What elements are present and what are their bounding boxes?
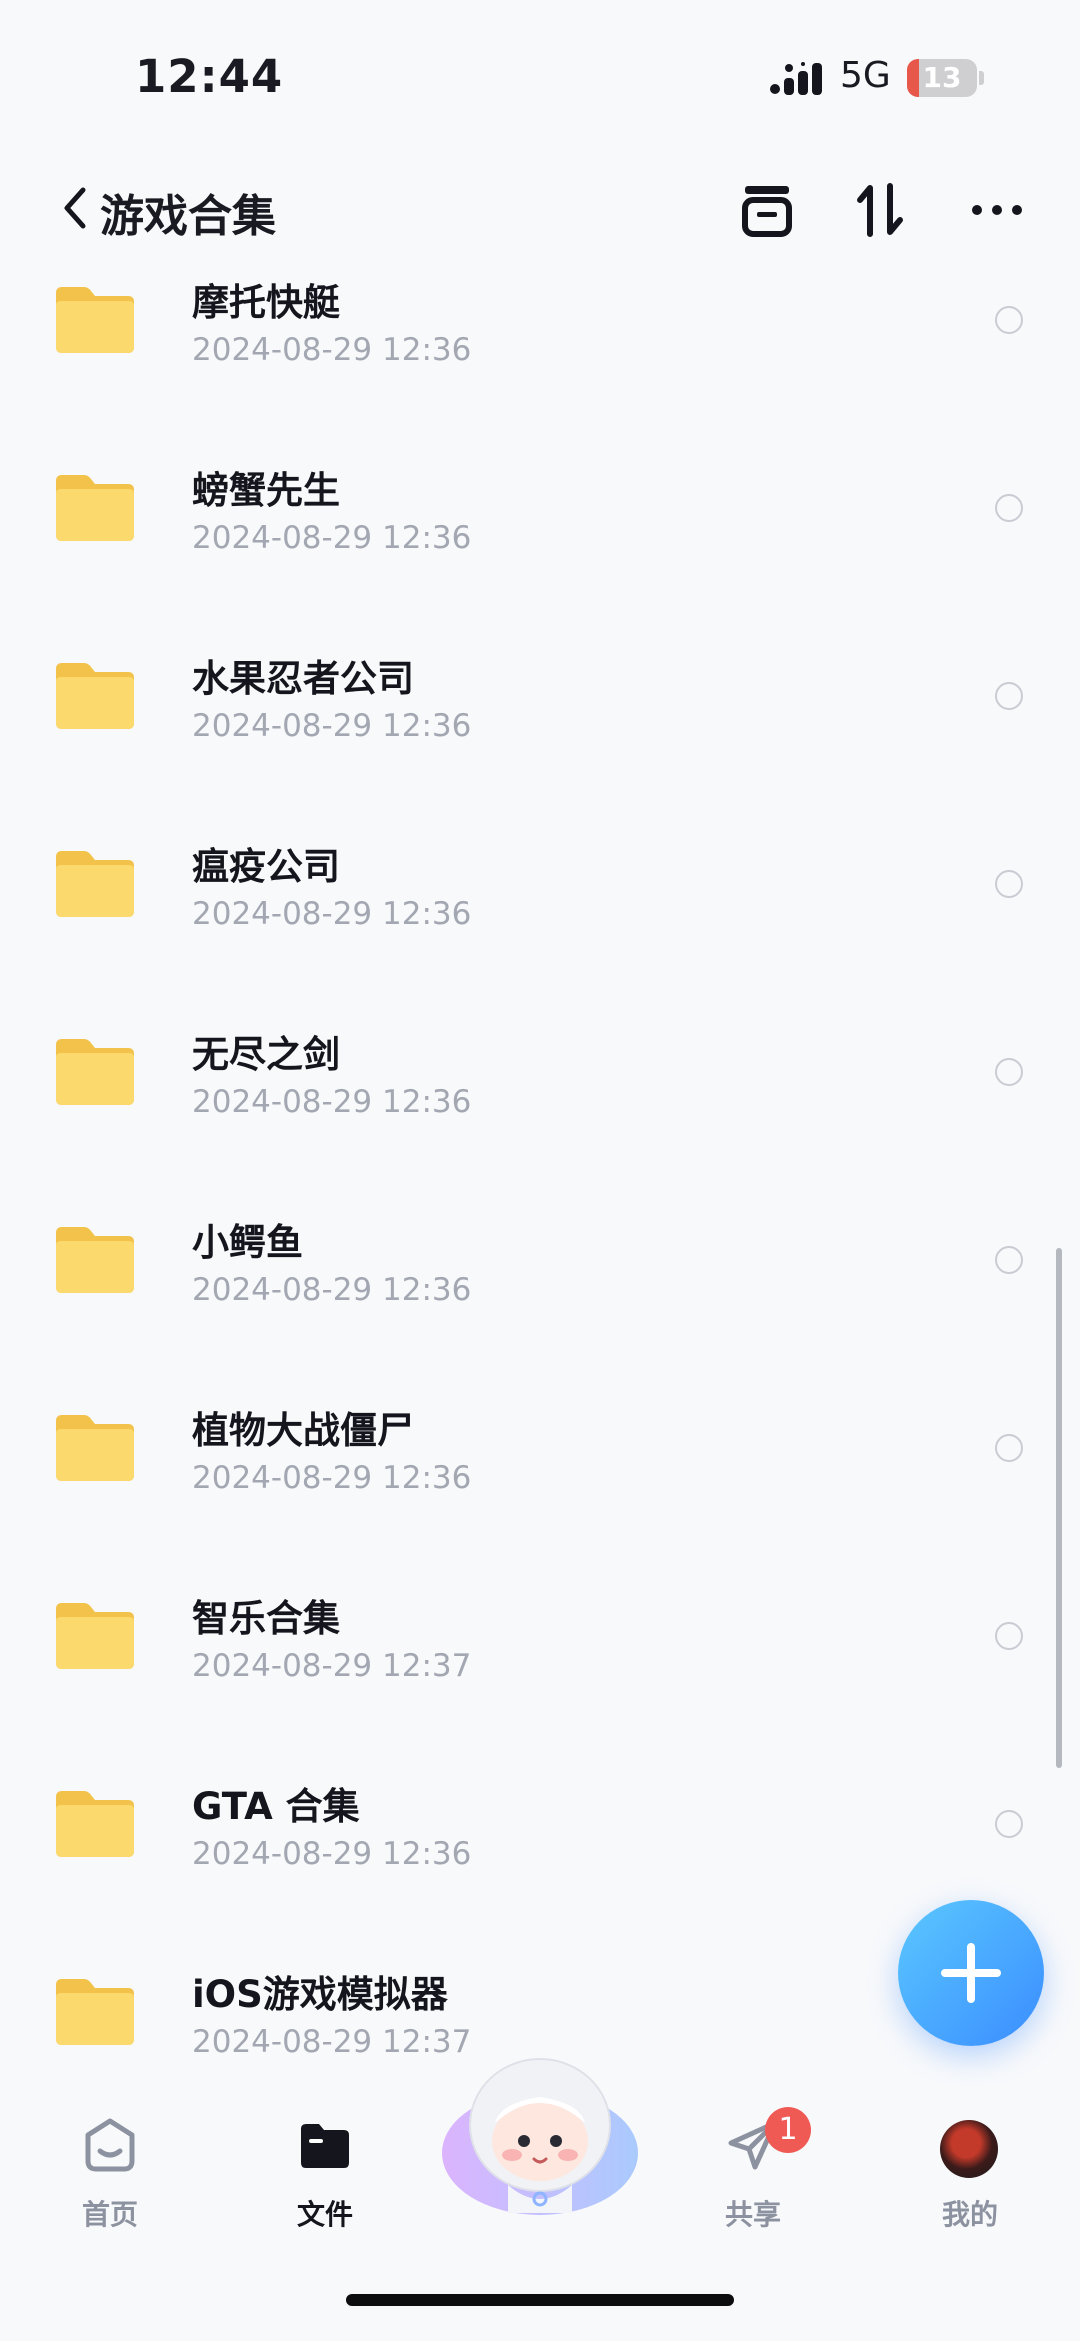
avatar [940, 2120, 998, 2178]
file-date: 2024-08-29 12:37 [192, 2024, 472, 2060]
folder-icon [56, 1415, 134, 1481]
folder-icon [56, 1603, 134, 1669]
tab-home[interactable]: 首页 [30, 2085, 190, 2235]
mascot-assistant-icon[interactable] [440, 2053, 640, 2223]
tab-label: 首页 [81, 2198, 138, 2231]
scrollbar[interactable] [1056, 1248, 1062, 1768]
file-list: 摩托快艇 2024-08-29 12:36 螃蟹先生 2024-08-29 12… [0, 262, 1080, 2062]
file-date: 2024-08-29 12:36 [192, 332, 472, 368]
signal-icon [770, 62, 822, 95]
select-checkbox[interactable] [995, 682, 1023, 710]
select-checkbox[interactable] [995, 1810, 1023, 1838]
tab-bar: 首页 文件 1 共享 我的 [0, 2058, 1080, 2341]
battery-percent: 13 [922, 61, 962, 94]
select-checkbox[interactable] [995, 1622, 1023, 1650]
file-name: 摩托快艇 [192, 281, 340, 324]
tab-label: 共享 [724, 2198, 781, 2231]
file-date: 2024-08-29 12:36 [192, 1836, 472, 1872]
file-date: 2024-08-29 12:36 [192, 520, 472, 556]
file-date: 2024-08-29 12:36 [192, 1460, 472, 1496]
more-icon[interactable] [965, 178, 1029, 242]
file-name: 植物大战僵尸 [192, 1409, 414, 1452]
folder-icon [56, 851, 134, 917]
list-item[interactable]: 小鳄鱼 2024-08-29 12:36 [0, 1202, 1080, 1390]
tab-mine[interactable]: 我的 [890, 2085, 1050, 2235]
network-label: 5G [840, 55, 891, 96]
folder-icon [56, 475, 134, 541]
select-checkbox[interactable] [995, 1434, 1023, 1462]
battery-tip [979, 71, 984, 85]
battery-icon: 13 [907, 59, 977, 97]
tab-label: 我的 [941, 2198, 998, 2231]
file-name: 小鳄鱼 [192, 1221, 303, 1264]
nav-bar: 游戏合集 [0, 160, 1080, 260]
page-title: 游戏合集 [100, 191, 276, 242]
tab-share[interactable]: 1 共享 [673, 2085, 833, 2235]
file-date: 2024-08-29 12:37 [192, 1648, 472, 1684]
folder-icon [56, 1791, 134, 1857]
add-button[interactable] [898, 1900, 1044, 2046]
list-item[interactable]: 植物大战僵尸 2024-08-29 12:36 [0, 1390, 1080, 1578]
home-icon [85, 2118, 135, 2172]
file-name: 水果忍者公司 [192, 657, 414, 700]
file-date: 2024-08-29 12:36 [192, 896, 472, 932]
folder-icon [56, 1039, 134, 1105]
list-item[interactable]: 瘟疫公司 2024-08-29 12:36 [0, 826, 1080, 1014]
file-name: 智乐合集 [192, 1597, 340, 1640]
file-name: 无尽之剑 [192, 1033, 340, 1076]
status-time: 12:44 [135, 50, 284, 103]
tab-files[interactable]: 文件 [245, 2085, 405, 2235]
folder-icon [56, 663, 134, 729]
sort-icon[interactable] [848, 178, 912, 242]
file-date: 2024-08-29 12:36 [192, 1272, 472, 1308]
list-item[interactable]: 智乐合集 2024-08-29 12:37 [0, 1578, 1080, 1766]
select-checkbox[interactable] [995, 306, 1023, 334]
file-name: 瘟疫公司 [192, 845, 340, 888]
status-bar: 12:44 5G 13 [0, 0, 1080, 150]
plus-icon [941, 1943, 1001, 2003]
select-checkbox[interactable] [995, 1246, 1023, 1274]
folder-icon [56, 1227, 134, 1293]
file-name: iOS游戏模拟器 [192, 1973, 448, 2016]
select-checkbox[interactable] [995, 494, 1023, 522]
select-checkbox[interactable] [995, 870, 1023, 898]
file-date: 2024-08-29 12:36 [192, 1084, 472, 1120]
back-icon[interactable] [55, 178, 95, 238]
list-item[interactable]: 水果忍者公司 2024-08-29 12:36 [0, 638, 1080, 826]
archive-icon[interactable] [735, 178, 799, 242]
list-item[interactable]: 摩托快艇 2024-08-29 12:36 [0, 262, 1080, 450]
home-indicator [346, 2294, 734, 2306]
folder-icon [56, 1979, 134, 2045]
folder-icon [56, 287, 134, 353]
select-checkbox[interactable] [995, 1058, 1023, 1086]
tab-label: 文件 [296, 2198, 353, 2231]
folder-tab-icon [301, 2124, 349, 2168]
notification-badge: 1 [765, 2107, 811, 2153]
list-item[interactable]: 螃蟹先生 2024-08-29 12:36 [0, 450, 1080, 638]
file-date: 2024-08-29 12:36 [192, 708, 472, 744]
list-item[interactable]: 无尽之剑 2024-08-29 12:36 [0, 1014, 1080, 1202]
file-name: 螃蟹先生 [192, 469, 340, 512]
file-name: GTA 合集 [192, 1785, 360, 1828]
